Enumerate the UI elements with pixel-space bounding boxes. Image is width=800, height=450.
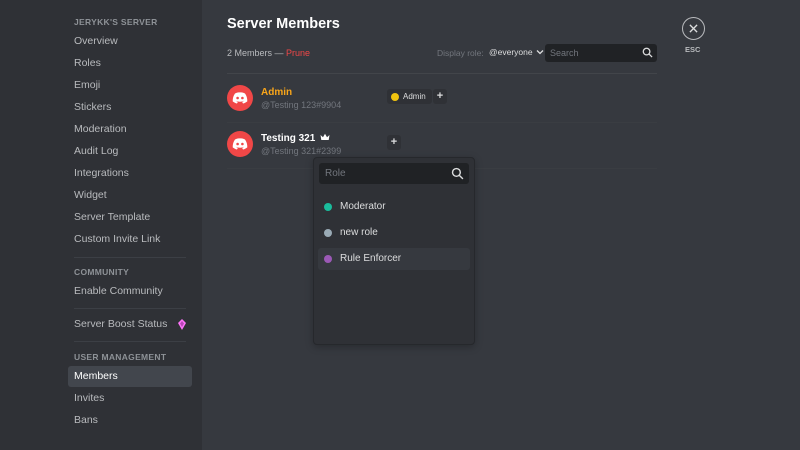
- prune-link[interactable]: Prune: [286, 48, 310, 58]
- member-tag: @Testing 123#9904: [261, 100, 342, 110]
- display-role-label: Display role:: [437, 48, 484, 58]
- sidebar-item-audit-log[interactable]: Audit Log: [68, 141, 192, 162]
- sidebar-item-moderation[interactable]: Moderation: [68, 119, 192, 140]
- role-color-dot: [324, 255, 332, 263]
- sidebar-item-bans[interactable]: Bans: [68, 410, 192, 431]
- member-name-text: Testing 321: [261, 133, 316, 144]
- sidebar-item-invites[interactable]: Invites: [68, 388, 192, 409]
- avatar[interactable]: [227, 85, 253, 111]
- close-button[interactable]: [682, 17, 705, 40]
- sidebar-item-emoji[interactable]: Emoji: [68, 75, 192, 96]
- member-search[interactable]: [545, 44, 657, 62]
- esc-label: ESC: [685, 45, 701, 54]
- member-name: Testing 321: [261, 133, 330, 144]
- role-option-rule-enforcer[interactable]: Rule Enforcer: [318, 248, 470, 270]
- sidebar-item-roles[interactable]: Roles: [68, 53, 192, 74]
- page-title: Server Members: [227, 16, 340, 32]
- sidebar-item-enable-community[interactable]: Enable Community: [68, 281, 192, 302]
- add-role-button[interactable]: +: [433, 89, 447, 104]
- role-search-input[interactable]: [319, 163, 449, 184]
- sidebar-item-stickers[interactable]: Stickers: [68, 97, 192, 118]
- member-name: Admin: [261, 87, 293, 98]
- search-input[interactable]: [545, 44, 640, 62]
- member-divider: [227, 122, 657, 123]
- role-option-label: new role: [340, 227, 378, 238]
- user-management-section-header: USER MANAGEMENT: [74, 352, 167, 362]
- role-color-dot: [391, 92, 399, 101]
- role-selector-popover: Moderator new role Rule Enforcer: [313, 157, 475, 345]
- sidebar-item-members[interactable]: Members: [68, 366, 192, 387]
- role-option-new-role[interactable]: new role: [318, 222, 470, 244]
- discord-logo-icon: [232, 92, 248, 104]
- close-icon: [689, 24, 698, 33]
- chevron-down-icon: [536, 50, 544, 55]
- sidebar-item-label: Server Boost Status: [74, 318, 168, 330]
- community-section-header: COMMUNITY: [74, 267, 130, 277]
- member-count-text: 2 Members —: [227, 48, 287, 58]
- role-option-label: Moderator: [340, 201, 386, 212]
- sidebar-divider: [74, 341, 186, 342]
- role-pill[interactable]: Admin: [387, 89, 432, 104]
- member-count: 2 Members — Prune: [227, 48, 310, 58]
- sidebar-item-widget[interactable]: Widget: [68, 185, 192, 206]
- server-members-panel: Server Members 2 Members — Prune Display…: [202, 0, 800, 450]
- search-icon: [642, 47, 653, 58]
- sidebar-item-overview[interactable]: Overview: [68, 31, 192, 52]
- server-section-header: JERYKK'S SERVER: [74, 17, 158, 27]
- search-icon: [451, 167, 464, 180]
- role-search[interactable]: [319, 163, 469, 184]
- sidebar-divider: [74, 308, 186, 309]
- role-color-dot: [324, 203, 332, 211]
- crown-icon: [320, 133, 330, 140]
- sidebar-item-integrations[interactable]: Integrations: [68, 163, 192, 184]
- display-role-dropdown[interactable]: @everyone: [489, 47, 544, 57]
- sidebar-item-server-boost-status[interactable]: Server Boost Status: [68, 314, 192, 335]
- member-row[interactable]: Admin @Testing 123#9904 Admin +: [227, 85, 657, 125]
- add-role-button[interactable]: +: [387, 135, 401, 150]
- member-tag: @Testing 321#2399: [261, 146, 342, 156]
- settings-sidebar: JERYKK'S SERVER Overview Roles Emoji Sti…: [0, 0, 202, 450]
- role-pill-label: Admin: [403, 92, 426, 101]
- boost-gem-icon: [178, 319, 186, 330]
- sidebar-item-server-template[interactable]: Server Template: [68, 207, 192, 228]
- role-color-dot: [324, 229, 332, 237]
- discord-logo-icon: [232, 138, 248, 150]
- avatar[interactable]: [227, 131, 253, 157]
- sidebar-item-custom-invite-link[interactable]: Custom Invite Link: [68, 229, 192, 250]
- display-role-value: @everyone: [489, 47, 533, 57]
- header-divider: [227, 73, 657, 74]
- role-option-label: Rule Enforcer: [340, 253, 402, 264]
- role-option-moderator[interactable]: Moderator: [318, 196, 470, 218]
- sidebar-divider: [74, 257, 186, 258]
